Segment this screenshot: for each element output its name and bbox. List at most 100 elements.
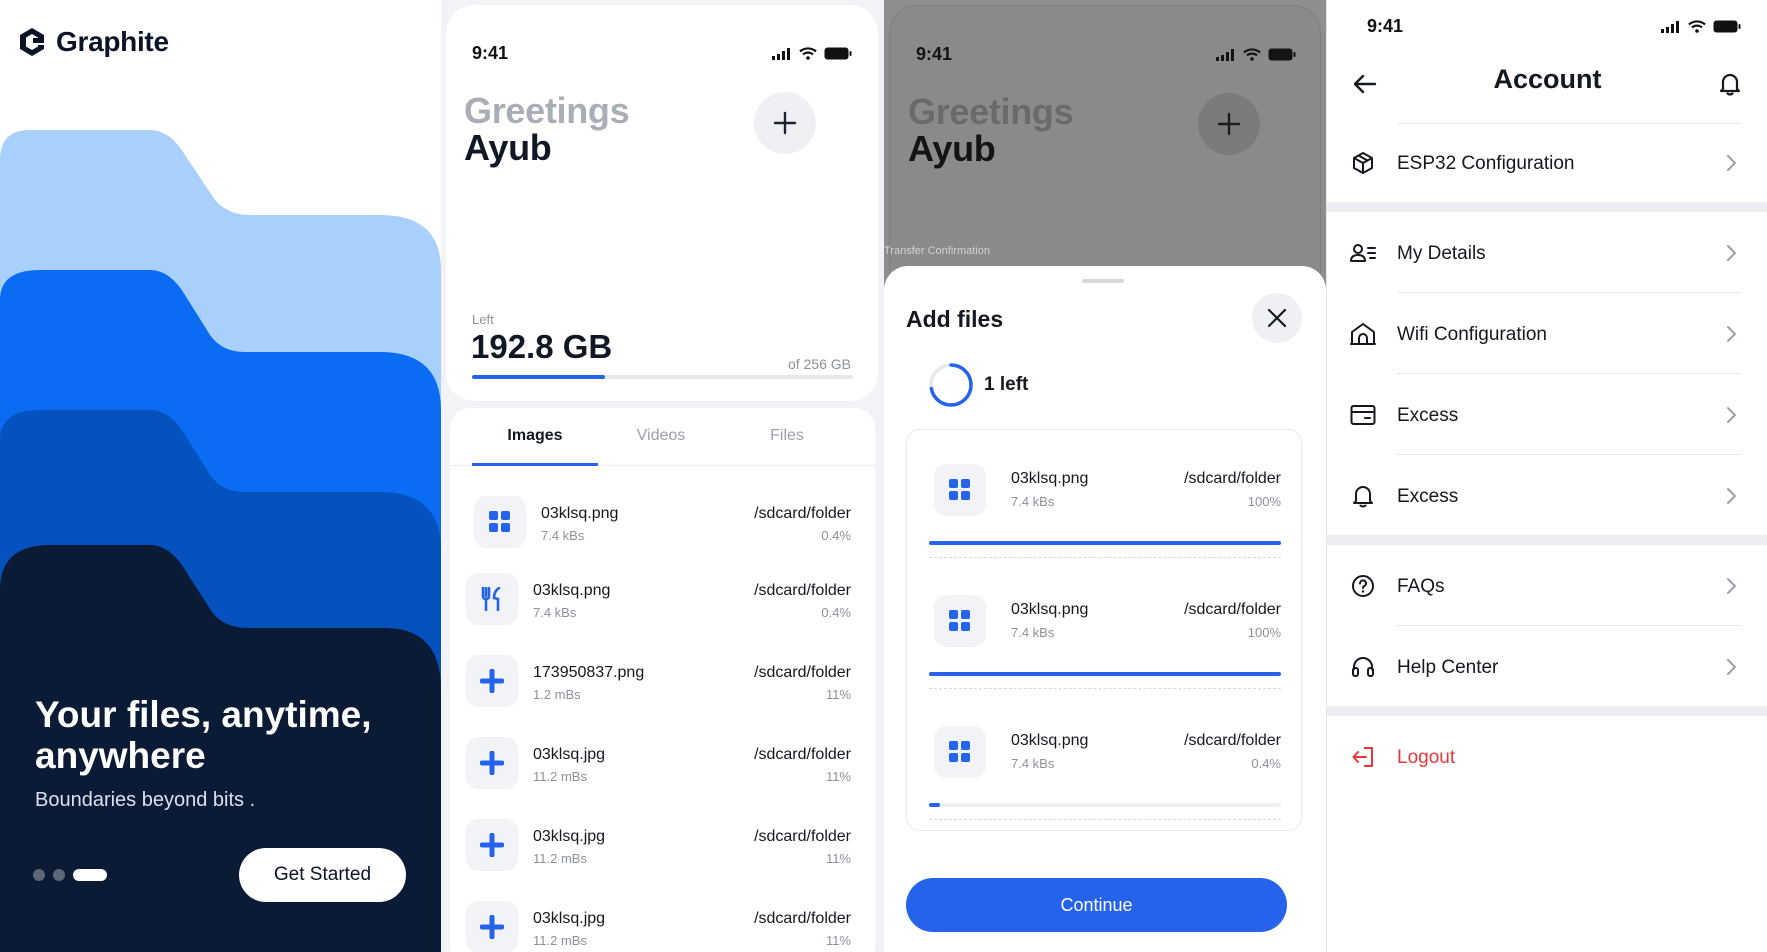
user-list-icon	[1350, 240, 1376, 266]
tab-videos[interactable]: Videos	[598, 427, 724, 445]
file-name: 03klsq.jpg	[533, 746, 606, 763]
plus-icon	[773, 111, 797, 135]
sheet-title: Add files	[906, 306, 1004, 332]
file-name: 03klsq.jpg	[533, 828, 606, 845]
sheet-drag-handle[interactable]	[1082, 279, 1124, 283]
file-progress: 11%	[825, 933, 851, 948]
file-size: 7.4 kBs	[1011, 625, 1055, 640]
chevron-right-icon	[1727, 488, 1736, 504]
media-tabs: Images Videos Files	[450, 408, 875, 466]
menu-item-wifi-configuration[interactable]: Wifi Configuration	[1327, 293, 1767, 373]
upload-progress	[929, 541, 1281, 545]
file-path: /sdcard/folder	[1184, 601, 1281, 618]
home-screen: 9:41 Greetings Ayub Left 192.8 GB of 256…	[441, 0, 884, 952]
dashed-divider	[929, 819, 1281, 820]
battery-icon	[824, 47, 852, 60]
file-name: 03klsq.png	[533, 582, 611, 599]
storage-left-label: Left	[472, 312, 494, 327]
file-progress: 11%	[825, 851, 851, 866]
menu-item-label: ESP32 Configuration	[1397, 153, 1575, 174]
user-name: Ayub	[464, 127, 552, 168]
file-row[interactable]: 03klsq.jpg 11.2 mBs /sdcard/folder 11%	[450, 891, 875, 952]
tab-images[interactable]: Images	[472, 427, 598, 445]
add-button[interactable]	[754, 92, 816, 154]
file-progress: 11%	[825, 687, 851, 702]
menu-item-my-details[interactable]: My Details	[1327, 212, 1767, 292]
page-indicator[interactable]	[33, 869, 107, 881]
menu-item-excess[interactable]: Excess	[1327, 374, 1767, 454]
wifi-icon	[1243, 48, 1261, 61]
close-button[interactable]	[1252, 293, 1302, 343]
close-icon	[1267, 308, 1287, 328]
file-size: 1.2 mBs	[533, 687, 581, 702]
get-started-button[interactable]: Get Started	[239, 848, 406, 902]
grid-icon	[949, 741, 970, 762]
file-progress: 0.4%	[821, 528, 851, 543]
file-size: 7.4 kBs	[541, 528, 585, 543]
file-thumb	[466, 901, 518, 952]
page-dot-active[interactable]	[73, 869, 107, 881]
menu-item-esp32-configuration[interactable]: ESP32 Configuration	[1327, 122, 1767, 202]
continue-button[interactable]: Continue	[906, 878, 1287, 932]
cube-icon	[1350, 150, 1376, 176]
file-row[interactable]: 03klsq.png 7.4 kBs /sdcard/folder 0.4%	[450, 482, 875, 562]
file-path: /sdcard/folder	[754, 746, 851, 763]
logout-button[interactable]: Logout	[1327, 716, 1767, 796]
files-card: Images Videos Files 03klsq.png 7.4 kBs /…	[450, 408, 875, 952]
account-screen: 9:41 Account ESP32 Configuration My Deta…	[1326, 0, 1767, 952]
chevron-right-icon	[1727, 659, 1736, 675]
upload-progress-fill	[929, 803, 940, 807]
file-thumb	[466, 573, 518, 625]
upload-item[interactable]: 03klsq.png 7.4 kBs /sdcard/folder 0.4%	[907, 692, 1301, 822]
file-row[interactable]: 173950837.png 1.2 mBs /sdcard/folder 11%	[450, 645, 875, 725]
overlay-label: Transfer Confirmation	[884, 245, 990, 257]
upload-progress-fill	[929, 541, 1281, 545]
file-path: /sdcard/folder	[754, 505, 851, 522]
brand-name: Graphite	[56, 26, 169, 57]
grid-icon	[489, 511, 510, 532]
menu-item-label: Logout	[1397, 747, 1456, 768]
file-path: /sdcard/folder	[754, 664, 851, 681]
menu-item-help-center[interactable]: Help Center	[1327, 626, 1767, 706]
file-size: 11.2 mBs	[533, 851, 587, 866]
storage-total: of 256 GB	[787, 356, 851, 372]
file-name: 03klsq.png	[1011, 470, 1089, 487]
brand-logo: Graphite	[18, 26, 169, 58]
chevron-right-icon	[1727, 326, 1736, 342]
file-progress: 11%	[825, 769, 851, 784]
file-row[interactable]: 03klsq.jpg 11.2 mBs /sdcard/folder 11%	[450, 809, 875, 889]
file-row[interactable]: 03klsq.png 7.4 kBs /sdcard/folder 0.4%	[450, 563, 875, 643]
dashed-divider	[929, 688, 1281, 689]
battery-icon	[1268, 48, 1296, 61]
upload-item[interactable]: 03klsq.png 7.4 kBs /sdcard/folder 100%	[907, 561, 1301, 691]
tab-files[interactable]: Files	[724, 427, 850, 445]
page-dot[interactable]	[33, 869, 45, 881]
menu-item-excess-2[interactable]: Excess	[1327, 455, 1767, 535]
bell-icon	[1350, 483, 1376, 509]
file-path: /sdcard/folder	[1184, 470, 1281, 487]
battery-icon	[1713, 20, 1741, 33]
upload-progress	[929, 803, 1281, 807]
card-icon	[1350, 402, 1376, 428]
file-thumb	[466, 655, 518, 707]
menu-item-label: My Details	[1397, 243, 1486, 264]
menu-item-faqs[interactable]: FAQs	[1327, 545, 1767, 625]
file-name: 03klsq.png	[1011, 601, 1089, 618]
file-name: 03klsq.png	[541, 505, 619, 522]
file-progress: 0.4%	[821, 605, 851, 620]
file-row[interactable]: 03klsq.jpg 11.2 mBs /sdcard/folder 11%	[450, 727, 875, 807]
file-name: 03klsq.png	[1011, 732, 1089, 749]
utensils-icon	[481, 587, 501, 611]
upload-item[interactable]: 03klsq.png 7.4 kBs /sdcard/folder 100%	[907, 430, 1301, 560]
hero-headline: Your files, anytime, anywhere	[35, 694, 372, 776]
menu-item-label: Wifi Configuration	[1397, 324, 1547, 345]
file-size: 11.2 mBs	[533, 769, 587, 784]
user-name: Ayub	[908, 128, 996, 169]
bell-icon	[1719, 73, 1741, 96]
chevron-right-icon	[1727, 245, 1736, 261]
page-dot[interactable]	[53, 869, 65, 881]
remaining-progress-ring	[929, 363, 973, 407]
notifications-button[interactable]	[1714, 68, 1746, 100]
upload-percent: 100%	[1247, 494, 1281, 509]
menu-item-label: Excess	[1397, 405, 1459, 426]
